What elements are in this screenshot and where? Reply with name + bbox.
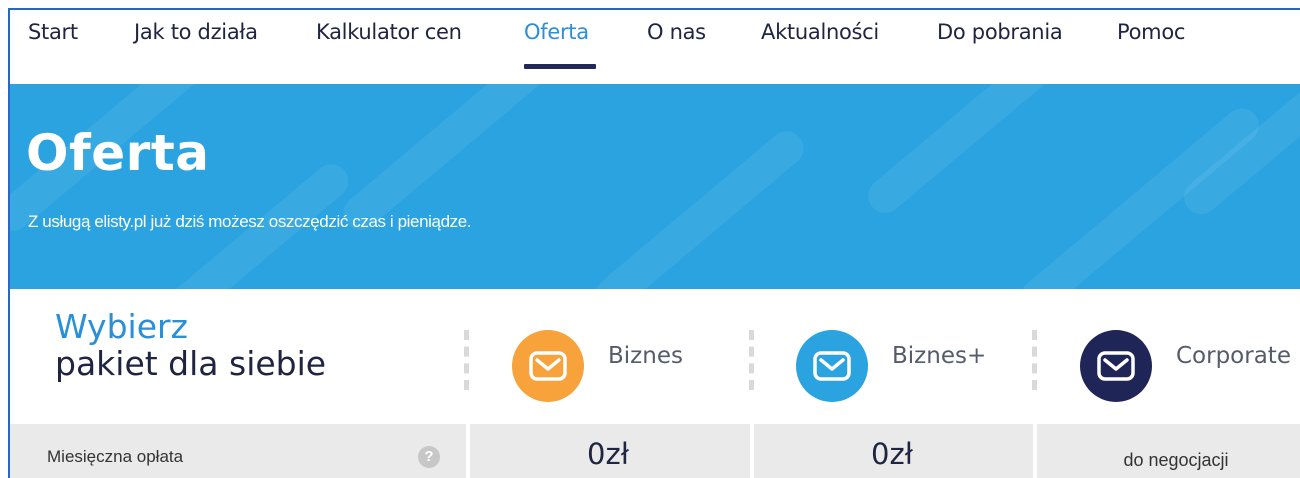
- column-separator: [466, 424, 470, 478]
- nav-item-aktualnosci[interactable]: Aktualności: [761, 20, 879, 44]
- choose-heading-line2: pakiet dla siebie: [55, 344, 327, 383]
- nav-item-kalkulator-cen[interactable]: Kalkulator cen: [316, 20, 462, 44]
- nav-item-pomoc[interactable]: Pomoc: [1117, 20, 1185, 44]
- envelope-icon[interactable]: [512, 330, 584, 402]
- decorative-stripe: [861, 84, 1159, 220]
- price-biznes: 0zł: [587, 437, 629, 471]
- price-biznes-plus: 0zł: [871, 437, 913, 471]
- envelope-icon[interactable]: [1080, 330, 1152, 402]
- column-divider: [749, 330, 754, 390]
- nav-item-do-pobrania[interactable]: Do pobrania: [937, 20, 1063, 44]
- decorative-stripe: [589, 124, 811, 289]
- column-separator: [750, 424, 754, 478]
- nav-item-o-nas[interactable]: O nas: [647, 20, 706, 44]
- hero-subtitle: Z usługą elisty.pl już dziś możesz oszcz…: [28, 212, 472, 231]
- nav-item-jak-to-dziala[interactable]: Jak to działa: [134, 20, 258, 44]
- row-label: Miesięczna opłata: [47, 447, 184, 466]
- nav-item-oferta[interactable]: Oferta: [524, 20, 589, 44]
- active-tab-indicator: [524, 64, 596, 69]
- page-title: Oferta: [26, 124, 210, 182]
- page-frame: Start Jak to działa Kalkulator cen Ofert…: [8, 8, 1300, 478]
- package-name-corporate[interactable]: Corporate: [1176, 343, 1291, 369]
- column-divider: [464, 330, 469, 390]
- column-divider: [1032, 330, 1037, 390]
- hero-banner: Oferta Z usługą elisty.pl już dziś możes…: [10, 84, 1300, 289]
- nav-item-start[interactable]: Start: [28, 20, 78, 44]
- column-separator: [1033, 424, 1037, 478]
- choose-heading-line1: Wybierz: [55, 307, 188, 346]
- price-corporate: do negocjacji: [1123, 450, 1229, 470]
- question-icon[interactable]: ?: [418, 446, 440, 468]
- package-name-biznes-plus[interactable]: Biznes+: [892, 343, 986, 369]
- envelope-icon[interactable]: [796, 330, 868, 402]
- top-navigation: Start Jak to działa Kalkulator cen Ofert…: [10, 10, 1300, 84]
- package-name-biznes[interactable]: Biznes: [608, 343, 683, 369]
